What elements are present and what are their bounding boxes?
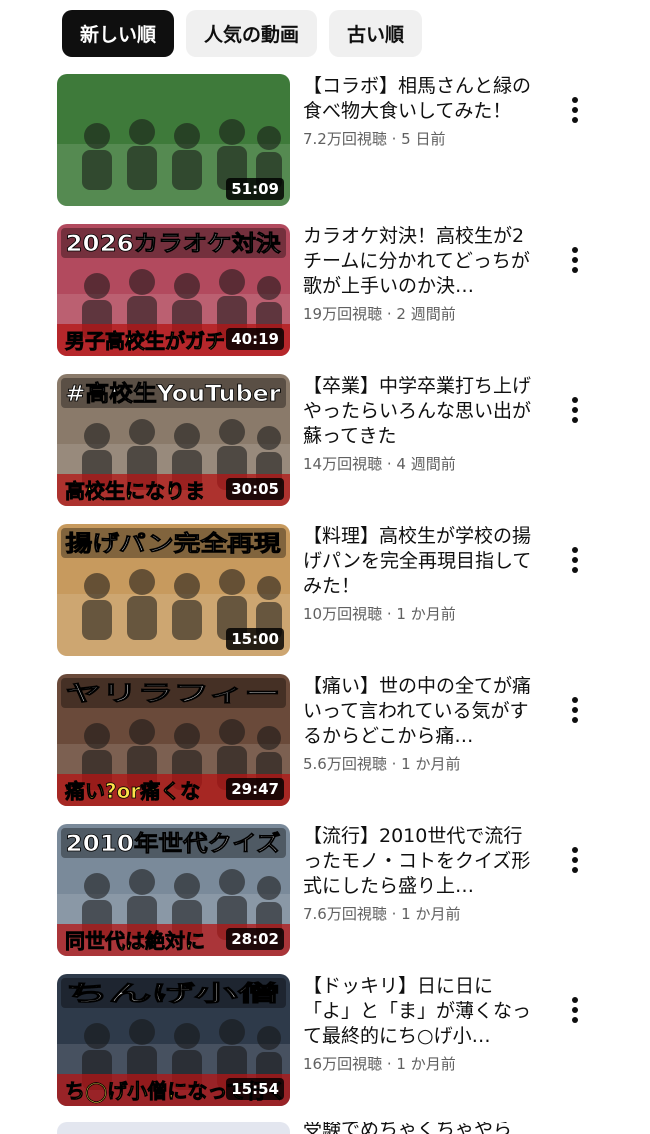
- video-thumbnail[interactable]: 2010年世代クイズ 同世代は絶対に 28:02: [57, 824, 290, 956]
- video-title[interactable]: 【料理】高校生が学校の揚げパンを完全再現目指してみた！: [303, 524, 533, 599]
- video-title[interactable]: 【流行】2010世代で流行ったモノ・コトをクイズ形式にしたら盛り上…: [303, 824, 533, 899]
- video-thumbnail[interactable]: [57, 1122, 290, 1134]
- video-duration: 15:00: [226, 628, 284, 650]
- video-stats: 14万回視聴 · 4 週間前: [303, 455, 456, 473]
- video-duration: 29:47: [226, 778, 284, 800]
- video-title[interactable]: 【ドッキリ】日に日に「よ」と「ま」が薄くなって最終的にち○げ小…: [303, 974, 533, 1049]
- video-stats: 5.6万回視聴 · 1 か月前: [303, 755, 461, 773]
- video-thumbnail[interactable]: 2026カラオケ対決 男子高校生がガチ 40:19: [57, 224, 290, 356]
- video-stats: 16万回視聴 · 1 か月前: [303, 1055, 456, 1073]
- thumbnail-caption: 同世代は絶対に: [65, 929, 205, 953]
- thumbnail-headline: 2026カラオケ対決: [66, 232, 282, 257]
- more-options-icon[interactable]: [562, 544, 588, 576]
- more-options-icon[interactable]: [562, 244, 588, 276]
- video-duration: 28:02: [226, 928, 284, 950]
- video-title[interactable]: 【卒業】中学卒業打ち上げやったらいろんな思い出が蘇ってきた: [303, 374, 533, 449]
- video-stats: 19万回視聴 · 2 週間前: [303, 305, 456, 323]
- video-thumbnail[interactable]: ちんげ小僧 ち◯げ小僧になって行く 15:54: [57, 974, 290, 1106]
- video-list: 51:09 【コラボ】相馬さんと緑の食べ物大食いしてみた！ 7.2万回視聴 · …: [0, 74, 650, 1124]
- more-options-icon[interactable]: [562, 394, 588, 426]
- thumbnail-headline: ちんげ小僧: [66, 981, 281, 1007]
- thumbnail-caption: 痛い?or痛くな: [65, 779, 200, 803]
- thumbnail-headline: ヤリラフィー: [66, 682, 281, 707]
- video-thumbnail[interactable]: 揚げパン完全再現 15:00: [57, 524, 290, 656]
- thumbnail-headline: 揚げパン完全再現: [66, 531, 281, 557]
- more-options-icon[interactable]: [562, 694, 588, 726]
- more-options-icon[interactable]: [562, 994, 588, 1026]
- video-stats: 10万回視聴 · 1 か月前: [303, 605, 456, 623]
- more-options-icon[interactable]: [562, 94, 588, 126]
- video-thumbnail[interactable]: #高校生YouTuber 高校生になりま 30:05: [57, 374, 290, 506]
- video-title[interactable]: カラオケ対決！高校生が2チームに分かれてどっちが歌が上手いのか決…: [303, 224, 533, 299]
- chip-newest[interactable]: 新しい順: [62, 10, 175, 57]
- chip-popular[interactable]: 人気の動画: [186, 10, 318, 57]
- video-stats: 7.6万回視聴 · 1 か月前: [303, 905, 461, 923]
- video-title[interactable]: 受験でめちゃくちゃやら: [303, 1122, 512, 1134]
- thumbnail-caption: 高校生になりま: [65, 479, 205, 503]
- thumbnail-headline: #高校生YouTuber: [66, 381, 281, 407]
- video-thumbnail[interactable]: ヤリラフィー 痛い?or痛くな 29:47: [57, 674, 290, 806]
- video-item[interactable]: ちんげ小僧 ち◯げ小僧になって行く 15:54 【ドッキリ】日に日に「よ」と「ま…: [0, 974, 650, 1124]
- sort-filter-chips: 新しい順 人気の動画 古い順: [62, 10, 423, 57]
- video-duration: 15:54: [226, 1078, 284, 1100]
- partial-video-item[interactable]: 受験でめちゃくちゃやら: [57, 1122, 650, 1134]
- thumbnail-headline: 2010年世代クイズ: [66, 831, 281, 857]
- video-item[interactable]: #高校生YouTuber 高校生になりま 30:05 【卒業】中学卒業打ち上げや…: [0, 374, 650, 524]
- video-title[interactable]: 【コラボ】相馬さんと緑の食べ物大食いしてみた！: [303, 74, 533, 124]
- video-item[interactable]: 51:09 【コラボ】相馬さんと緑の食べ物大食いしてみた！ 7.2万回視聴 · …: [0, 74, 650, 224]
- video-item[interactable]: ヤリラフィー 痛い?or痛くな 29:47 【痛い】世の中の全てが痛いって言われ…: [0, 674, 650, 824]
- video-title[interactable]: 【痛い】世の中の全てが痛いって言われている気がするからどこから痛…: [303, 674, 533, 749]
- chip-oldest[interactable]: 古い順: [329, 10, 423, 57]
- video-item[interactable]: 2010年世代クイズ 同世代は絶対に 28:02 【流行】2010世代で流行った…: [0, 824, 650, 974]
- video-duration: 51:09: [226, 178, 284, 200]
- thumbnail-caption: 男子高校生がガチ: [65, 329, 225, 353]
- video-stats: 7.2万回視聴 · 5 日前: [303, 130, 446, 148]
- video-thumbnail[interactable]: 51:09: [57, 74, 290, 206]
- video-item[interactable]: 揚げパン完全再現 15:00 【料理】高校生が学校の揚げパンを完全再現目指してみ…: [0, 524, 650, 674]
- video-item[interactable]: 2026カラオケ対決 男子高校生がガチ 40:19 カラオケ対決！高校生が2チー…: [0, 224, 650, 374]
- video-duration: 30:05: [226, 478, 284, 500]
- more-options-icon[interactable]: [562, 844, 588, 876]
- video-duration: 40:19: [226, 328, 284, 350]
